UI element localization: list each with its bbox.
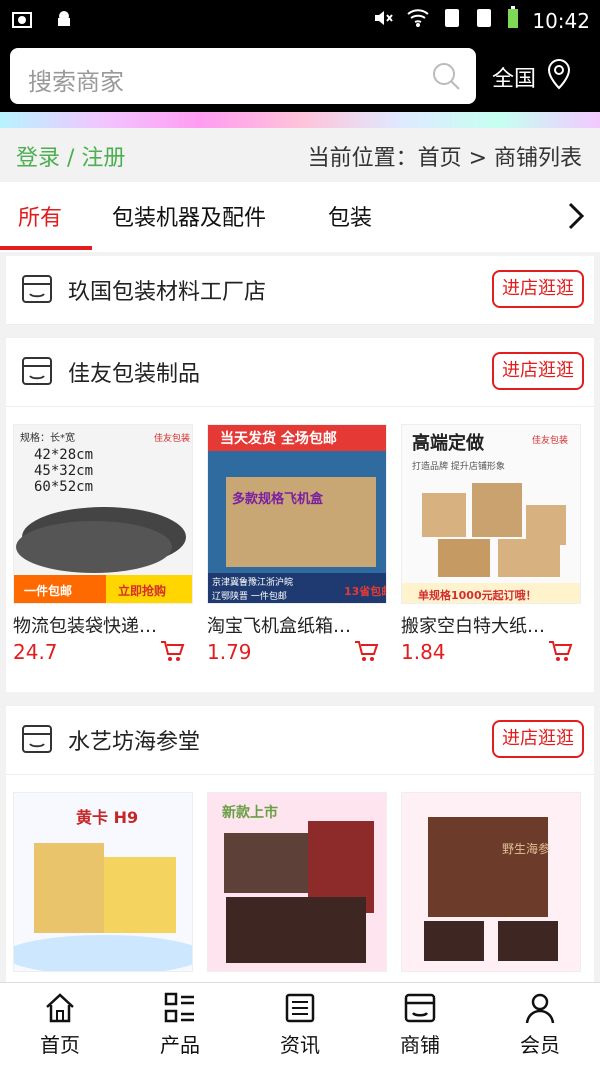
tab-packaging-machines[interactable]: 包装机器及配件 [112, 200, 266, 232]
product-title[interactable]: 搬家空白特大纸… [401, 612, 581, 638]
image-caption: 野生海参 [502, 841, 550, 856]
image-caption: 黄卡 H9 [76, 808, 138, 827]
nav-member[interactable]: 会员 [480, 991, 600, 1058]
mute-icon [372, 7, 394, 34]
image-caption: 当天发货 全场包邮 [220, 430, 337, 447]
screenshot-icon [10, 8, 34, 36]
nav-products[interactable]: 产品 [120, 991, 240, 1058]
sim2-icon [474, 7, 494, 34]
image-caption: 多款规格飞机盒 [232, 491, 324, 507]
location-pin-icon [544, 58, 574, 96]
shop-name: 玖国包装材料工厂店 [68, 280, 267, 305]
top-header: 搜索商家 全国 [0, 42, 600, 114]
product-image[interactable]: 野生海参 [401, 792, 581, 972]
bottom-navigation: 首页 产品 资讯 商铺 会员 [0, 982, 600, 1068]
image-caption: 一件包邮 [24, 583, 72, 598]
store-icon [20, 354, 54, 388]
image-caption: 佳友包装 [154, 432, 190, 444]
shop-card: 玖国包装材料工厂店 进店逛逛 [6, 256, 594, 325]
nav-shops[interactable]: 商铺 [360, 991, 480, 1058]
product-price: 24.7 [13, 640, 58, 664]
visit-shop-button[interactable]: 进店逛逛 [492, 720, 584, 758]
visit-shop-button[interactable]: 进店逛逛 [492, 352, 584, 390]
nav-home[interactable]: 首页 [0, 991, 120, 1058]
user-icon [523, 991, 557, 1025]
image-caption: 45*32cm [34, 463, 93, 479]
visit-shop-button[interactable]: 进店逛逛 [492, 270, 584, 308]
home-icon [43, 991, 77, 1025]
store-icon [20, 272, 54, 306]
image-caption: 60*52cm [34, 479, 93, 495]
shop-name: 佳友包装制品 [68, 362, 201, 387]
search-placeholder: 搜索商家 [28, 68, 124, 96]
shop-card: 佳友包装制品 进店逛逛 规格：长*宽 佳友包装 42*28cm 45*32cm … [6, 338, 594, 692]
battery-icon [506, 6, 520, 35]
clock: 10:42 [532, 8, 590, 33]
chevron-right-icon[interactable] [564, 200, 588, 232]
region-label: 全国 [492, 67, 537, 92]
image-caption: 佳友包装 [532, 434, 568, 446]
shop-header: 水艺坊海参堂 进店逛逛 [6, 706, 594, 775]
search-input[interactable]: 搜索商家 [10, 48, 476, 104]
store-icon [403, 991, 437, 1025]
product-image[interactable]: 高端定做 佳友包装 打造品牌 提升店铺形象 单规格1000元起订哦！ [401, 424, 581, 604]
status-bar: 10:42 [0, 0, 600, 42]
shop-header: 玖国包装材料工厂店 进店逛逛 [6, 256, 594, 325]
cart-icon[interactable] [353, 638, 379, 664]
image-caption: 13省包邮 [344, 584, 387, 598]
image-caption: 单规格1000元起订哦！ [418, 588, 537, 602]
shop-card: 水艺坊海参堂 进店逛逛 黄卡 H9 新款上市 野生海参 [6, 706, 594, 982]
rainbow-banner [0, 112, 600, 128]
sim1-icon [442, 7, 462, 34]
tab-packaging[interactable]: 包装 [328, 200, 372, 232]
product-image[interactable]: 黄卡 H9 [13, 792, 193, 972]
image-caption: 42*28cm [34, 447, 93, 463]
product-price: 1.79 [207, 640, 252, 664]
product-image[interactable]: 当天发货 全场包邮 多款规格飞机盒 京津冀鲁豫江浙沪皖 辽鄂陕晋 一件包邮 13… [207, 424, 387, 604]
nav-products-label: 产品 [160, 1033, 200, 1057]
image-caption: 立即抢购 [118, 583, 166, 598]
wifi-icon [406, 7, 430, 34]
region-selector[interactable]: 全国 [492, 58, 574, 96]
image-caption: 高端定做 [412, 432, 485, 454]
image-caption: 京津冀鲁豫江浙沪皖 [212, 576, 293, 588]
cart-icon[interactable] [159, 638, 185, 664]
nav-home-label: 首页 [40, 1033, 80, 1057]
nav-news-label: 资讯 [280, 1033, 320, 1057]
android-icon [52, 8, 76, 36]
product-title[interactable]: 淘宝飞机盒纸箱… [207, 612, 387, 638]
tab-all[interactable]: 所有 [18, 200, 62, 232]
image-caption: 辽鄂陕晋 一件包邮 [212, 590, 287, 602]
nav-member-label: 会员 [520, 1033, 560, 1057]
product-image[interactable]: 新款上市 [207, 792, 387, 972]
product-title[interactable]: 物流包装袋快递… [13, 612, 193, 638]
grid-list-icon [163, 991, 197, 1025]
shop-header: 佳友包装制品 进店逛逛 [6, 338, 594, 407]
image-caption: 打造品牌 提升店铺形象 [412, 460, 505, 472]
category-tabs: 所有 包装机器及配件 包装 [0, 182, 600, 252]
login-breadcrumb-bar: 登录 / 注册 当前位置：首页 > 商铺列表 [0, 128, 600, 182]
news-icon [283, 991, 317, 1025]
search-icon[interactable] [430, 60, 462, 92]
product-price: 1.84 [401, 640, 446, 664]
cart-icon[interactable] [547, 638, 573, 664]
active-tab-indicator [0, 246, 92, 250]
shop-name: 水艺坊海参堂 [68, 730, 201, 755]
image-caption: 新款上市 [222, 804, 278, 821]
nav-news[interactable]: 资讯 [240, 991, 360, 1058]
breadcrumb: 当前位置：首页 > 商铺列表 [307, 146, 582, 171]
store-icon [20, 722, 54, 756]
login-register-link[interactable]: 登录 / 注册 [16, 140, 125, 172]
product-image[interactable]: 规格：长*宽 佳友包装 42*28cm 45*32cm 60*52cm 一件包邮… [13, 424, 193, 604]
nav-shops-label: 商铺 [400, 1033, 440, 1057]
image-caption: 规格：长*宽 [20, 431, 75, 444]
